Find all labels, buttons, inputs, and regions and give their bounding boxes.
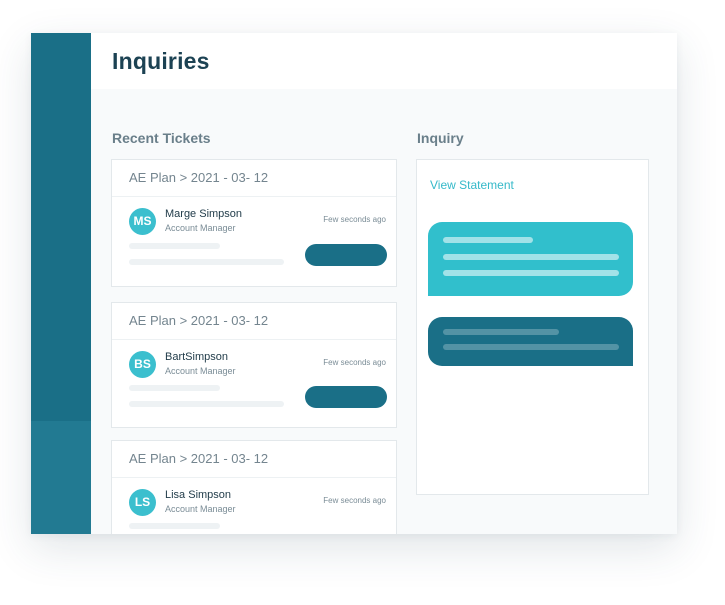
ticket-action-button[interactable] [305,244,387,266]
ticket-user-name: Lisa Simpson [165,489,232,501]
avatar: LS [129,489,156,516]
ticket-user-name: Marge Simpson [165,208,243,220]
ticket-plan-breadcrumb: AE Plan > 2021 - 03- 12 [112,303,396,340]
ticket-card[interactable]: AE Plan > 2021 - 03- 12 MS Marge Simpson… [111,159,397,287]
sidebar [31,33,91,534]
page-header: Inquiries [91,33,677,89]
ticket-plan-breadcrumb: AE Plan > 2021 - 03- 12 [112,441,396,478]
ticket-timestamp: Few seconds ago [323,496,386,505]
ticket-user-role: Account Manager [165,223,236,233]
ticket-plan-breadcrumb: AE Plan > 2021 - 03- 12 [112,160,396,197]
page-title: Inquiries [112,48,210,74]
ticket-timestamp: Few seconds ago [323,358,386,367]
placeholder-line [443,270,619,276]
placeholder-line [129,401,284,407]
placeholder-line [129,243,220,249]
incoming-message-bubble [428,222,633,296]
outgoing-message-bubble [428,317,633,366]
placeholder-line [129,259,284,265]
placeholder-line [129,385,220,391]
placeholder-line [129,523,220,529]
placeholder-line [443,254,619,260]
ticket-user-name: BartSimpson [165,351,228,363]
ticket-user-role: Account Manager [165,504,236,514]
ticket-user-role: Account Manager [165,366,236,376]
inquiry-panel: View Statement [416,159,649,495]
view-statement-link[interactable]: View Statement [430,178,514,192]
avatar: BS [129,351,156,378]
recent-tickets-title: Recent Tickets [112,130,211,146]
placeholder-line [443,344,619,350]
ticket-card[interactable]: AE Plan > 2021 - 03- 12 LS Lisa Simpson … [111,440,397,534]
inquiry-title: Inquiry [417,130,464,146]
sidebar-lower-section [31,421,91,534]
app-window: Inquiries Recent Tickets Inquiry AE Plan… [31,33,677,534]
placeholder-line [443,329,559,335]
avatar: MS [129,208,156,235]
placeholder-line [443,237,533,243]
ticket-card[interactable]: AE Plan > 2021 - 03- 12 BS BartSimpson A… [111,302,397,428]
ticket-timestamp: Few seconds ago [323,215,386,224]
ticket-action-button[interactable] [305,386,387,408]
